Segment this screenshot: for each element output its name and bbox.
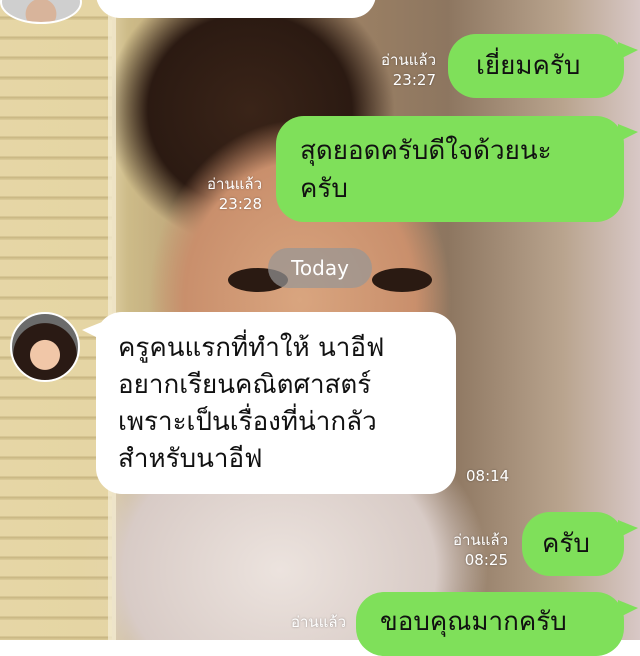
date-divider-today: Today — [268, 248, 372, 288]
date-divider-label: Today — [291, 256, 349, 280]
message-bubble-previous[interactable] — [96, 0, 376, 18]
message-time: 23:28 — [218, 195, 262, 213]
read-status-label: อ่านแล้ว — [453, 531, 508, 549]
message-text-line: สุดยอดครับดีใจด้วยนะ — [300, 136, 552, 166]
outgoing-message-bubble[interactable]: ขอบคุณมากครับ — [356, 592, 638, 656]
message-read-receipt: อ่านแล้ว 23:28 — [166, 174, 262, 214]
outgoing-message-bubble[interactable]: สุดยอดครับดีใจด้วยนะ ครับ — [276, 116, 638, 222]
message-text-line: ครูคนแรกที่ทำให้ นาอีฟ — [118, 333, 385, 363]
message-text-line: เพราะเป็นเรื่องที่น่ากลัว — [118, 407, 377, 437]
contact-avatar[interactable] — [10, 312, 80, 382]
message-text-line: สำหรับนาอีฟ — [118, 444, 263, 474]
read-status-label: อ่านแล้ว — [207, 175, 262, 193]
read-status-label: อ่านแล้ว — [291, 613, 346, 631]
background-eye-right — [372, 268, 432, 292]
message-time: 08:25 — [464, 551, 508, 569]
message-time-incoming: 08:14 — [466, 466, 536, 486]
message-time: 08:14 — [466, 467, 510, 485]
outgoing-message-bubble[interactable]: ครับ — [522, 512, 638, 576]
message-text-line: ครับ — [300, 174, 348, 204]
message-read-receipt: อ่านแล้ว 23:27 — [340, 50, 436, 90]
message-read-receipt: อ่านแล้ว — [250, 612, 346, 632]
outgoing-message-bubble[interactable]: เยี่ยมครับ — [448, 34, 638, 98]
read-status-label: อ่านแล้ว — [381, 51, 436, 69]
message-read-receipt: อ่านแล้ว 08:25 — [412, 530, 508, 570]
incoming-message-bubble[interactable]: ครูคนแรกที่ทำให้ นาอีฟ อยากเรียนคณิตศาสต… — [82, 312, 456, 494]
message-text: ครับ — [542, 529, 590, 559]
message-text: ขอบคุณมากครับ — [380, 607, 567, 637]
message-text: เยี่ยมครับ — [476, 51, 581, 81]
message-time: 23:27 — [392, 71, 436, 89]
message-text-line: อยากเรียนคณิตศาสตร์ — [118, 370, 372, 400]
